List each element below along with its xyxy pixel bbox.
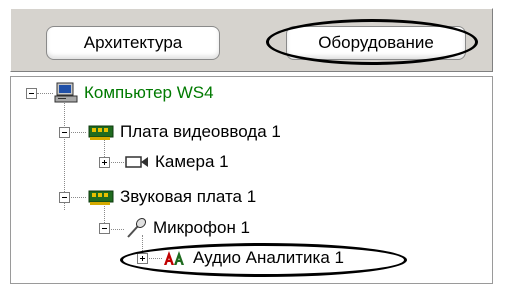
tree-node-microphone-label: Микрофон 1 [153,218,251,237]
video-capture-board-icon [88,125,114,140]
screenshot: Архитектура Оборудование Компьютер WS4 П… [0,0,506,294]
audio-analytics-expand-toggle[interactable] [137,253,148,264]
tree-node-computer[interactable]: Компьютер WS4 [54,80,214,106]
tree-node-audio-analytics[interactable]: Аудио Аналитика 1 [163,245,344,271]
sound-card-icon [88,190,114,205]
tree-line [37,93,53,94]
computer-icon [54,82,78,103]
tree-node-sound-board[interactable]: Звуковая плата 1 [88,184,256,210]
camera-icon [125,156,148,168]
computer-collapse-toggle[interactable] [26,88,37,99]
tree-node-computer-label: Компьютер WS4 [84,83,214,102]
tree-node-camera-label: Камера 1 [155,152,229,171]
sound-board-collapse-toggle[interactable] [59,192,70,203]
hardware-tree-panel: Компьютер WS4 Плата видеоввода 1 Камера … [10,76,493,284]
tree-node-audio-analytics-label: Аудио Аналитика 1 [193,248,344,267]
tree-node-video-board[interactable]: Плата видеоввода 1 [88,119,281,145]
tree-node-sound-board-label: Звуковая плата 1 [120,187,257,206]
tab-hardware[interactable]: Оборудование [286,26,466,60]
camera-expand-toggle[interactable] [99,157,110,168]
tree-node-video-board-label: Плата видеоввода 1 [120,122,281,141]
tree-node-camera[interactable]: Камера 1 [125,149,229,175]
tab-hardware-label: Оборудование [318,33,434,52]
tab-architecture-label: Архитектура [83,33,183,52]
microphone-collapse-toggle[interactable] [99,223,110,234]
tree-node-microphone[interactable]: Микрофон 1 [125,215,250,241]
hardware-tree: Компьютер WS4 Плата видеоввода 1 Камера … [11,77,492,283]
video-board-collapse-toggle[interactable] [59,127,70,138]
tab-architecture[interactable]: Архитектура [46,26,220,60]
audio-analytics-icon [164,251,184,265]
microphone-icon [127,217,147,238]
